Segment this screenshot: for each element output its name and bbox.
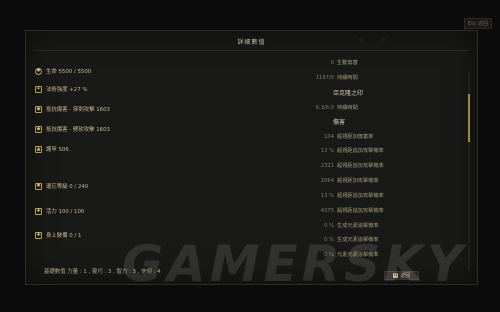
right-row-label: 生動傷害 — [337, 60, 358, 66]
scrollbar-thumb[interactable] — [468, 94, 470, 142]
diamond-icon: ◇ — [381, 37, 385, 43]
right-section-header: 傷害 — [333, 117, 345, 126]
right-row: 0 % 生成元素追擊機率 — [286, 236, 379, 244]
right-row: 6.3/6.0 持續時間 — [286, 104, 358, 112]
helmet-icon: ▲ — [35, 145, 42, 153]
key-prompt-icon: Q — [392, 273, 399, 278]
top-right-bar: Esc 返回 — [463, 18, 492, 29]
right-row-label: 持續時間 — [337, 105, 358, 111]
stat-label: 生命 5500 / 5500 — [46, 69, 92, 75]
stat-row-slash-resist[interactable]: ◆ 抵抗傷害 - 劈砍攻擊 1603 — [35, 125, 110, 133]
stat-label: 法術強度 +27 % — [46, 87, 88, 93]
right-row: 2064 超視距加攻擊機率 — [286, 177, 379, 185]
right-row-value: 13 % — [320, 147, 334, 154]
right-row-value: 6.3/6.0 — [315, 104, 334, 111]
stats-panel: 詳細數值 ◇ ◇ ♥ 生命 5500 / 5500 ✦ 法術強度 +27 % ◆… — [25, 30, 478, 285]
right-row-value: 2321 — [320, 162, 334, 169]
right-row-label: 生成元素追擊機率 — [337, 223, 379, 229]
right-row-value: 1197/0 — [315, 74, 334, 81]
right-row-label: 持續時間 — [337, 75, 358, 81]
right-row-value: 0 % — [324, 222, 334, 229]
right-row: 13 % 超視距追加攻擊機率 — [286, 192, 384, 200]
right-row-label: 超視距追加攻擊機率 — [337, 148, 384, 154]
right-row: 1197/0 持續時間 — [286, 74, 358, 82]
right-row: 2321 超視距追加攻擊機率 — [286, 162, 384, 170]
sword-icon: ✚ — [35, 231, 42, 239]
flame-icon: ✦ — [35, 85, 42, 93]
stat-label: 抵抗傷害 - 劈砍攻擊 1603 — [46, 127, 110, 133]
right-row-value: 0 % — [324, 251, 334, 258]
heart-icon: ♥ — [35, 67, 42, 75]
return-button[interactable]: Q 返回 — [384, 271, 419, 280]
stat-row-health[interactable]: ♥ 生命 5500 / 5500 — [35, 67, 91, 75]
shield-icon: ◆ — [35, 105, 42, 113]
right-row-label: 超視距加傷害率 — [337, 134, 374, 140]
stat-row-pierce-resist[interactable]: ◆ 抵抗傷害 - 穿刺攻擊 1603 — [35, 105, 110, 113]
section-header-label: 亞克隆之印 — [333, 90, 364, 97]
right-row-label: 超視距追加攻擊機率 — [337, 208, 384, 214]
right-row-label: 超視距追加攻擊機率 — [337, 163, 384, 169]
right-row-value: 0 % — [324, 236, 334, 243]
stat-label: 身上裝備 0 / 1 — [46, 233, 82, 239]
right-row-value: 13 % — [320, 192, 334, 199]
right-row: 104 超視距加傷害率 — [286, 133, 374, 141]
escape-return-button[interactable]: Esc 返回 — [463, 18, 492, 29]
stat-row-equipment[interactable]: ✚ 身上裝備 0 / 1 — [35, 231, 81, 239]
stat-row-stamina[interactable]: ✚ 活力 100 / 100 — [35, 207, 84, 215]
stamina-icon: ✚ — [35, 207, 42, 215]
diamond-icon: ◇ — [359, 37, 364, 43]
right-section-header: 亞克隆之印 — [333, 88, 363, 97]
title-divider — [34, 50, 469, 51]
right-row-value: 0 — [330, 59, 334, 66]
right-row: 0 生動傷害 — [286, 59, 358, 67]
right-row-label: 超視距加攻擊機率 — [337, 178, 379, 184]
stat-label: 抵抗傷害 - 穿刺攻擊 1603 — [46, 107, 110, 113]
stat-label: 遺忘等級 0 / 240 — [46, 184, 89, 190]
stat-label: 護甲 506 — [46, 147, 69, 153]
right-row-label: 生成元素追擊機率 — [337, 237, 379, 243]
right-row: 0 % 元素元素追擊機率 — [286, 251, 379, 259]
right-row-value: 104 — [324, 133, 334, 140]
right-row-label: 元素元素追擊機率 — [337, 252, 379, 258]
panel-title: 詳細數值 — [237, 39, 266, 46]
right-row-label: 超視距追加攻擊機率 — [337, 193, 384, 199]
right-row-value: 4375 — [320, 207, 334, 214]
right-row: 13 % 超視距追加攻擊機率 — [286, 147, 384, 155]
title-decorations: ◇ ◇ — [359, 37, 385, 43]
stat-row-forgotten-level[interactable]: ✱ 遺忘等級 0 / 240 — [35, 182, 88, 190]
stat-label: 活力 100 / 100 — [46, 209, 85, 215]
armor-icon: ◆ — [35, 125, 42, 133]
return-button-label: 返回 — [400, 273, 411, 279]
right-row: 4375 超視距追加攻擊機率 — [286, 207, 384, 215]
section-header-label: 傷害 — [333, 119, 346, 126]
base-attributes-text: 基礎數值 力量 : 1 , 靈巧 : 3 , 智力 : 3 , 信仰 : 4 — [44, 269, 161, 275]
stat-row-spell-power[interactable]: ✦ 法術強度 +27 % — [35, 85, 88, 93]
right-row: 0 % 生成元素追擊機率 — [286, 222, 379, 230]
gear-icon: ✱ — [35, 182, 42, 190]
stat-row-armor[interactable]: ▲ 護甲 506 — [35, 145, 69, 153]
right-row-value: 2064 — [320, 177, 334, 184]
